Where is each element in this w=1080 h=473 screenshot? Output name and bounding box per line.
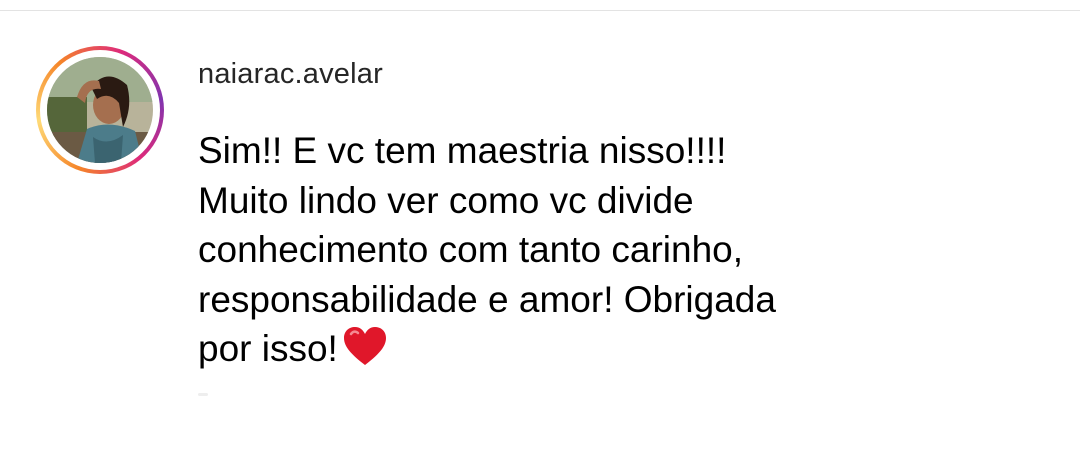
username[interactable]: naiarac.avelar — [198, 58, 383, 91]
profile-photo — [47, 57, 153, 163]
comment-text: Sim!! E vc tem maestria nisso!!!! Muito … — [198, 126, 898, 374]
comment-line: Muito lindo ver como vc divide — [198, 179, 694, 221]
top-divider — [0, 10, 1080, 11]
story-ring[interactable] — [36, 46, 164, 174]
comment-last-line: por isso! — [198, 324, 898, 374]
avatar[interactable] — [47, 57, 153, 163]
faint-mark — [198, 393, 208, 396]
heart-icon — [343, 327, 386, 365]
comment-line: Sim!! E vc tem maestria nisso!!!! — [198, 130, 727, 171]
comment-line: conhecimento com tanto carinho, — [198, 229, 744, 270]
comment-line: responsabilidade e amor! Obrigada — [198, 278, 776, 320]
comment-line: por isso! — [198, 328, 338, 369]
